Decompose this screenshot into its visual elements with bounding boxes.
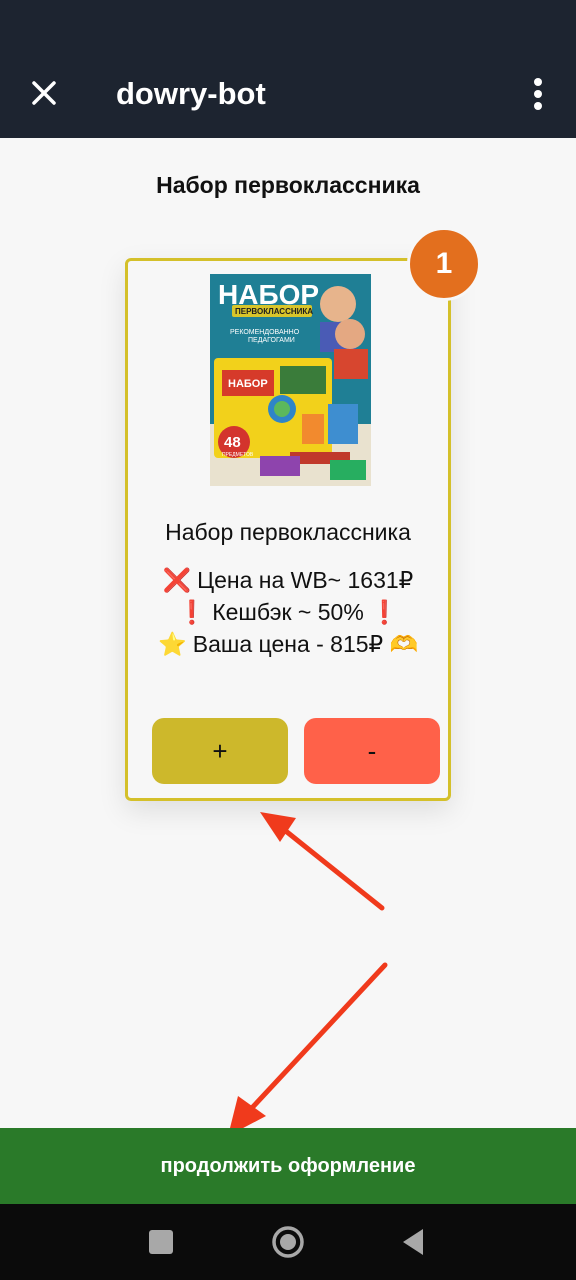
product-card: НАБОР ПЕРВОКЛАССНИКА РЕКОМЕНДОВАННО ПЕДА…: [125, 258, 451, 801]
decrease-quantity-button[interactable]: -: [304, 718, 440, 784]
star-icon: ⭐: [158, 631, 188, 657]
more-vertical-icon[interactable]: [524, 72, 552, 116]
price-line: ❌ Цена на WB~ 1631₽: [128, 564, 448, 596]
product-name: Набор первоклассника: [165, 519, 411, 545]
cashback-line: ❗ Кешбэк ~ 50% ❗: [128, 596, 448, 628]
exclamation-icon: ❗: [370, 599, 399, 625]
image-count: 48: [224, 434, 241, 451]
exclamation-icon: ❗: [177, 599, 207, 625]
close-icon[interactable]: [24, 73, 64, 113]
image-count-label: ПРЕДМЕТОВ: [222, 452, 254, 458]
image-tagline-1: РЕКОМЕНДОВАННО: [230, 329, 300, 336]
product-image: НАБОР ПЕРВОКЛАССНИКА РЕКОМЕНДОВАННО ПЕДА…: [210, 274, 371, 486]
heart-hands-icon: 🫶: [389, 631, 419, 657]
home-circle-icon[interactable]: [270, 1224, 306, 1260]
content-area: Набор первоклассника НАБОР ПЕРВОКЛАССНИК…: [0, 138, 576, 1128]
price-text: Цена на WB~ 1631₽: [197, 567, 414, 593]
image-tagline-2: ПЕДАГОГАМИ: [248, 337, 295, 344]
back-triangle-icon[interactable]: [396, 1224, 432, 1260]
cashback-text: Кешбэк ~ 50%: [212, 599, 364, 625]
product-description: ❌ Цена на WB~ 1631₽ ❗ Кешбэк ~ 50% ❗ ⭐ В…: [128, 564, 448, 660]
image-box-label: НАБОР: [228, 378, 268, 390]
page-title: Набор первоклассника: [156, 172, 420, 198]
cross-mark-icon: ❌: [162, 567, 192, 593]
continue-checkout-button[interactable]: продолжить оформление: [0, 1128, 576, 1204]
app-bar: dowry-bot: [0, 0, 576, 138]
increase-quantity-button[interactable]: +: [152, 718, 288, 784]
system-nav-bar: [0, 1204, 576, 1280]
image-subheading: ПЕРВОКЛАССНИКА: [235, 307, 313, 316]
your-price-text: Ваша цена - 815₽: [192, 631, 384, 657]
app-title: dowry-bot: [116, 76, 266, 111]
square-icon[interactable]: [143, 1224, 179, 1260]
quantity-badge: 1: [407, 227, 481, 301]
your-price-line: ⭐ Ваша цена - 815₽ 🫶: [128, 628, 448, 660]
